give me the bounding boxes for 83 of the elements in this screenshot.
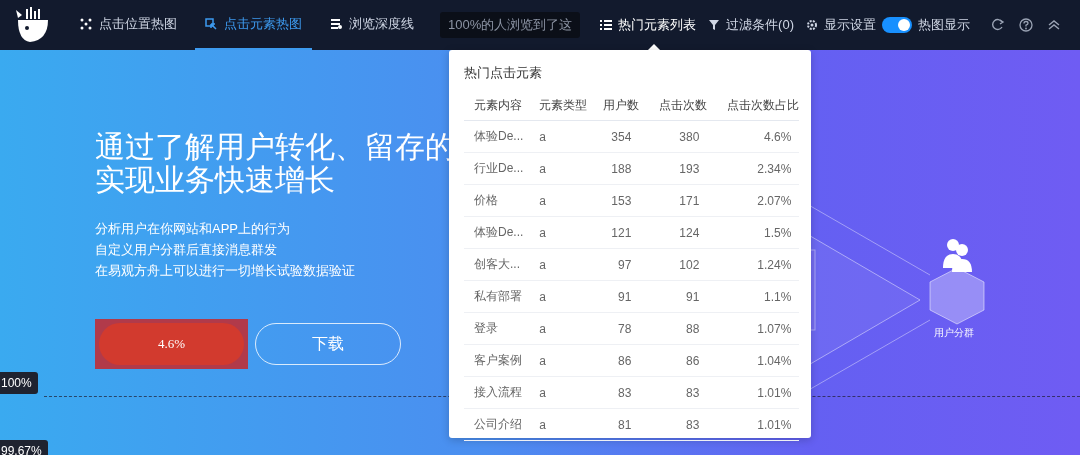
settings-icon (806, 19, 818, 31)
popover-title: 热门点击元素 (464, 64, 543, 82)
table-cell: 1.5% (717, 216, 800, 249)
table-cell: a (529, 152, 594, 185)
table-cell: 体验De... (464, 216, 530, 249)
table-cell: a (529, 216, 594, 249)
table-cell: 380 (649, 120, 718, 153)
table-cell: a (529, 344, 594, 377)
table-cell: 102 (649, 248, 718, 281)
table-cell: 354 (593, 120, 650, 153)
depth-marker: 99.67% (0, 440, 48, 455)
table-cell: 91 (649, 280, 718, 313)
bars-icon (330, 18, 342, 30)
table-cell: 1.07% (717, 312, 800, 345)
filter-icon (708, 19, 721, 31)
table-cell: 86 (593, 344, 650, 377)
heatmap-toggle[interactable] (882, 17, 912, 33)
toolbar-action[interactable]: 过滤条件(0) (702, 0, 800, 50)
table-cell: 4.6% (717, 120, 800, 153)
table-cell: 2.34% (717, 152, 800, 185)
toolbar-tab[interactable]: 点击位置热图 (70, 0, 187, 50)
table-cell: 2.07% (717, 184, 800, 217)
table-cell: 78 (593, 312, 650, 345)
table-cell: 1.01% (717, 408, 800, 441)
table-cell: 1.24% (717, 248, 800, 281)
toggle-label: 热图显示 (918, 16, 970, 34)
table-cell: 1.04% (717, 344, 800, 377)
depth-marker: 100% (0, 372, 38, 394)
table-cell: 121 (593, 216, 650, 249)
whale-logo-icon (14, 6, 50, 44)
column-header: 点击次数占比 (717, 90, 800, 121)
table-cell: 1.01% (717, 376, 800, 409)
table-cell: 接入流程 (464, 376, 530, 409)
user-group-cube-icon (929, 239, 985, 325)
table-cell: 153 (593, 184, 650, 217)
depth-tooltip: 100%的人浏览到了这 (440, 12, 581, 38)
description-line: 在易观方舟上可以进行一切增长试验数据验证 (95, 262, 355, 280)
table-cell: a (529, 376, 594, 409)
table-cell: 91 (593, 280, 650, 313)
table-cell: 体验De... (464, 120, 530, 153)
table-cell: 193 (649, 152, 718, 185)
double-chevron-up-icon[interactable] (1047, 18, 1061, 32)
table-cell: 客户案例 (464, 344, 530, 377)
help-icon[interactable] (1019, 18, 1033, 32)
column-header: 元素内容 (464, 90, 530, 121)
table-cell: a (529, 408, 594, 441)
table-cell: 171 (649, 184, 718, 217)
column-header: 点击次数 (649, 90, 718, 121)
table-cell: 私有部署 (464, 280, 530, 313)
description-line: 自定义用户分群后直接消息群发 (95, 241, 277, 259)
table-cell: 创客大... (464, 248, 530, 281)
table-cell: 188 (593, 152, 650, 185)
table-cell: 1.1% (717, 280, 800, 313)
refresh-icon[interactable] (991, 18, 1005, 32)
cursor-box-icon (205, 18, 217, 30)
table-cell: a (529, 280, 594, 313)
table-cell: 公司介绍 (464, 408, 530, 441)
table-cell: 124 (649, 216, 718, 249)
table-cell: 88 (649, 312, 718, 345)
column-header: 用户数 (593, 90, 650, 121)
table-cell: 97 (593, 248, 650, 281)
toolbar-action[interactable]: 热门元素列表 (594, 0, 703, 50)
table-cell: 83 (593, 376, 650, 409)
toolbar-tab[interactable]: 浏览深度线 (320, 0, 424, 50)
table-cell: 价格 (464, 184, 530, 217)
table-cell: a (529, 120, 594, 153)
table-cell: 86 (649, 344, 718, 377)
table-cell: 83 (649, 408, 718, 441)
dots-icon (80, 18, 92, 30)
heatmap-button-overlay[interactable]: 4.6% (95, 319, 248, 369)
table-cell: 登录 (464, 312, 530, 345)
table-cell: a (529, 312, 594, 345)
table-cell: 83 (649, 376, 718, 409)
table-cell: 81 (593, 408, 650, 441)
table-cell: a (529, 248, 594, 281)
description-line: 分析用户在你网站和APP上的行为 (95, 220, 290, 238)
column-header: 元素类型 (529, 90, 594, 121)
headline: 实现业务快速增长 (95, 163, 335, 196)
table-cell: 行业De... (464, 152, 530, 185)
toolbar-action[interactable]: 显示设置 (800, 0, 882, 50)
illustration-label: 用户分群 (934, 327, 974, 338)
table-cell: a (529, 184, 594, 217)
list-icon (600, 19, 613, 31)
